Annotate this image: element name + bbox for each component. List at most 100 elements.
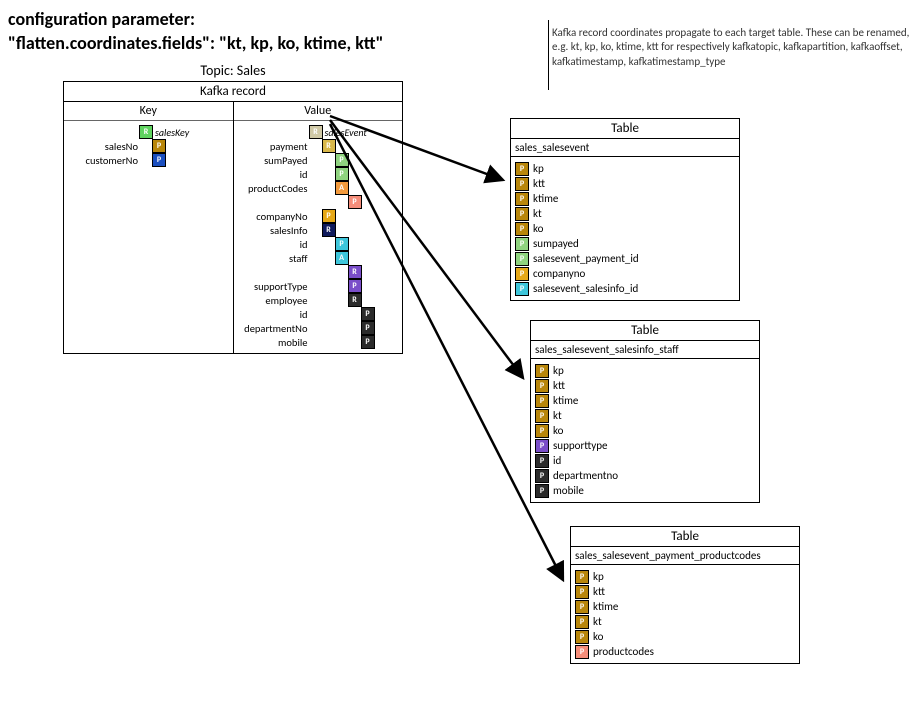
type-chip: R [322,139,336,153]
record-row: employee R [238,293,399,307]
column-type-chip: P [515,192,529,206]
column-type-chip: P [515,162,529,176]
table-3-head: Table [571,527,799,547]
type-chip: P [361,307,375,321]
table-2: Table sales_salesevent_salesinfo_staff P… [530,320,760,503]
table-1: Table sales_salesevent PkpPkttPktimePktP… [510,118,740,301]
record-row: supportType P [238,279,399,293]
record-row: productCodesA [238,181,399,195]
type-chip: P [335,167,349,181]
column-name: ktt [553,379,565,392]
column-name: kt [533,207,542,220]
annotation-line [548,20,549,90]
column-type-chip: P [535,409,549,423]
column-name: ko [593,630,603,643]
type-chip: P [322,209,336,223]
column-type-chip: P [515,237,529,251]
table-row: Pid [535,453,755,468]
record-row: sumPayed P [238,153,399,167]
record-row: salesNoP [68,139,229,153]
record-row: paymentR [238,139,399,153]
column-name: ko [553,424,563,437]
field-label: sumPayed [238,154,310,167]
field-label: id [238,238,310,251]
column-type-chip: P [535,379,549,393]
field-label: companyNo [238,210,310,223]
table-row: Pkp [515,161,735,176]
field-label: employee [238,294,310,307]
type-chip: P [335,237,349,251]
column-type-chip: P [535,484,549,498]
column-type-chip: P [575,615,589,629]
field-label: productCodes [238,182,310,195]
table-row: Psumpayed [515,236,735,251]
table-row: Pko [535,423,755,438]
column-type-chip: P [535,364,549,378]
table-row: Pkp [535,363,755,378]
table-1-name: sales_salesevent [511,139,739,157]
record-row: salesInfoR [238,223,399,237]
record-row: companyNo P [238,209,399,223]
field-label: salesInfo [238,224,310,237]
type-chip: P [348,279,362,293]
column-type-chip: P [575,585,589,599]
field-label: departmentNo [238,322,310,335]
type-chip: R [348,293,362,307]
table-row: Psalesevent_salesinfo_id [515,281,735,296]
type-chip: R [309,125,323,139]
column-type-chip: P [515,252,529,266]
column-name: kp [533,162,544,175]
table-row: Pko [575,629,795,644]
column-type-chip: P [575,645,589,659]
column-name: salesevent_salesinfo_id [533,282,638,295]
field-label: id [238,168,310,181]
table-row: Pktime [515,191,735,206]
table-2-head: Table [531,321,759,341]
table-row: Pktt [535,378,755,393]
column-name: departmentno [553,469,618,482]
column-name: id [553,454,561,467]
column-type-chip: P [535,469,549,483]
column-type-chip: P [535,394,549,408]
record-row: id P [238,237,399,251]
column-name: ko [533,222,543,235]
column-type-chip: P [515,282,529,296]
column-name: ktime [553,394,578,407]
column-name: kt [593,615,602,628]
table-3: Table sales_salesevent_payment_productco… [570,526,800,664]
column-type-chip: P [515,222,529,236]
field-label: customerNo [68,154,140,167]
table-1-head: Table [511,119,739,139]
type-chip: P [335,153,349,167]
table-row: Pkp [575,569,795,584]
column-name: ktime [593,600,618,613]
table-row: Pktime [575,599,795,614]
record-row: RsalesKey [68,125,229,139]
record-row: staffA [238,251,399,265]
table-3-name: sales_salesevent_payment_productcodes [571,547,799,565]
table-row: Pkt [575,614,795,629]
column-name: kp [593,570,604,583]
column-name: salesevent_payment_id [533,252,639,265]
table-row: Pproductcodes [575,644,795,659]
key-head: Key [64,102,233,121]
table-row: Pko [515,221,735,236]
column-type-chip: P [535,424,549,438]
column-name: kp [553,364,564,377]
column-type-chip: P [575,600,589,614]
annotation-text: Kafka record coordinates propagate to ea… [552,26,912,69]
record-row: R [238,265,399,279]
record-row: RsalesEvent [238,125,399,139]
column-type-chip: P [515,177,529,191]
field-label: supportType [238,280,310,293]
record-row: mobileP [238,335,399,349]
table-row: Pdepartmentno [535,468,755,483]
value-head: Value [234,102,403,121]
type-chip: P [361,321,375,335]
type-chip: P [361,335,375,349]
type-chip: P [348,195,362,209]
record-row: P [238,195,399,209]
column-name: mobile [553,484,584,497]
record-row: id P [238,167,399,181]
column-name: companyno [533,267,585,280]
